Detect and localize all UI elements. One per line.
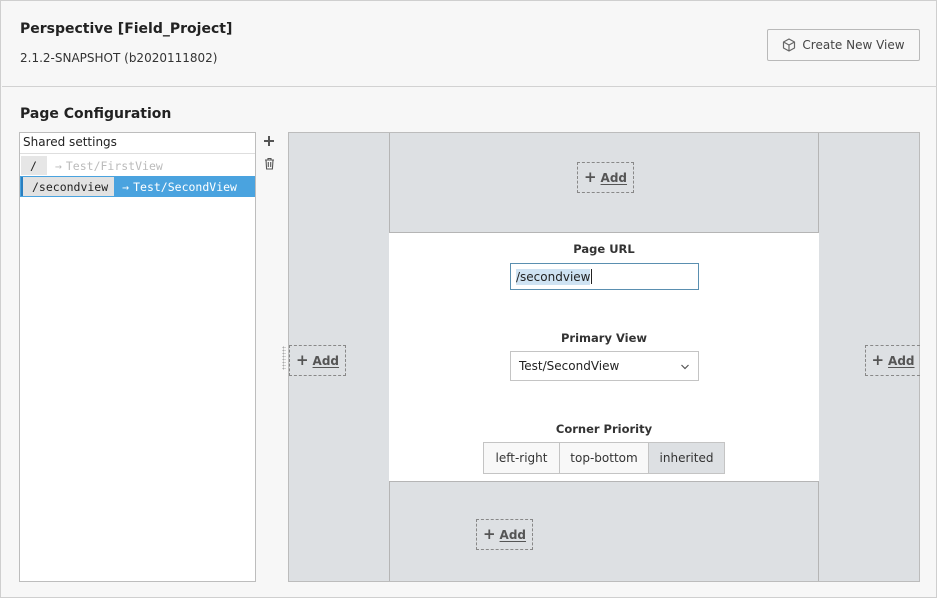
add-left-dock-button[interactable]: + Add — [289, 345, 346, 376]
page-url-value: /secondview — [516, 268, 591, 285]
page-url-input[interactable]: /secondview — [510, 263, 699, 290]
page-list-tools — [261, 133, 277, 177]
page-row-secondview[interactable]: /secondview → Test/SecondView — [20, 176, 255, 197]
version-label: 2.1.2-SNAPSHOT (b2020111802) — [20, 51, 218, 65]
page-settings-panel: Page URL /secondview Primary View Test/S… — [389, 233, 819, 481]
add-bottom-dock-button[interactable]: + Add — [476, 519, 533, 550]
plus-icon: + — [583, 168, 597, 186]
arrow-icon: → — [122, 179, 130, 194]
trash-icon[interactable] — [261, 155, 277, 171]
shared-settings-item[interactable]: Shared settings — [20, 133, 255, 154]
chevron-down-icon — [680, 359, 690, 373]
perspective-page-config-window: Perspective [Field_Project] 2.1.2-SNAPSH… — [0, 0, 937, 598]
dock-top: + Add — [389, 133, 819, 233]
corner-option-top-bottom[interactable]: top-bottom — [559, 443, 648, 473]
section-title: Page Configuration — [20, 106, 172, 122]
plus-icon: + — [482, 525, 496, 543]
create-new-view-label: Create New View — [802, 38, 905, 52]
page-layout-editor: + Add + Add + Add + Add Page URL /second… — [282, 132, 920, 582]
add-page-icon[interactable] — [261, 133, 277, 149]
create-new-view-button[interactable]: Create New View — [767, 29, 920, 61]
corner-priority-label: Corner Priority — [555, 422, 653, 436]
project-title: Perspective [Field_Project] — [20, 21, 233, 37]
page-path: /secondview — [21, 177, 115, 196]
cube-icon — [782, 38, 796, 52]
page-target: → Test/FirstView — [55, 159, 163, 173]
primary-view-label: Primary View — [560, 331, 648, 345]
page-path: / — [21, 156, 47, 175]
plus-icon: + — [295, 351, 309, 369]
page-view: Test/SecondView — [133, 179, 237, 194]
dock-bottom — [389, 481, 819, 581]
page-list: Shared settings / → Test/FirstView /secon… — [19, 132, 256, 582]
text-caret — [591, 269, 593, 284]
header-divider — [2, 86, 937, 87]
arrow-icon: → — [54, 158, 62, 173]
primary-view-value: Test/SecondView — [519, 359, 620, 373]
page-target: → Test/SecondView — [122, 180, 237, 194]
page-row-root[interactable]: / → Test/FirstView — [20, 155, 255, 176]
corner-option-inherited[interactable]: inherited — [648, 443, 724, 473]
page-view: Test/FirstView — [65, 158, 163, 173]
primary-view-select[interactable]: Test/SecondView — [510, 351, 699, 381]
plus-icon: + — [871, 351, 885, 369]
corner-option-left-right[interactable]: left-right — [484, 443, 559, 473]
add-right-dock-button[interactable]: + Add — [865, 345, 920, 376]
add-top-dock-button[interactable]: + Add — [577, 162, 634, 193]
resize-grip-icon[interactable] — [282, 346, 286, 370]
corner-priority-toggle: left-right top-bottom inherited — [483, 442, 725, 474]
page-url-label: Page URL — [573, 242, 635, 256]
